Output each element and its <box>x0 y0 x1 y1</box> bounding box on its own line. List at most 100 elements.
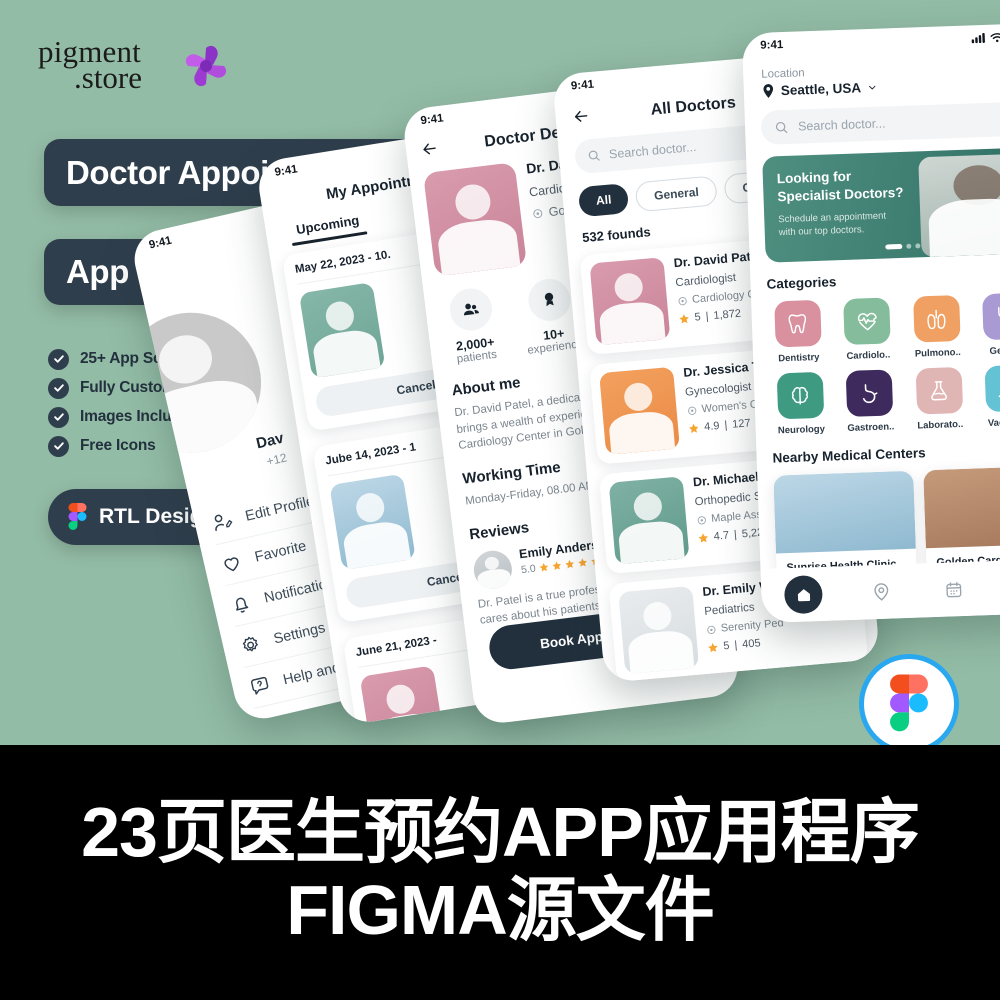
tab-upcoming[interactable]: Upcoming <box>295 212 360 237</box>
map-pin-icon <box>763 84 774 98</box>
doctor-name <box>381 280 386 294</box>
location-value: Seattle, USA <box>780 80 862 99</box>
star-icon <box>688 423 699 433</box>
location-icon <box>874 583 889 601</box>
patients-icon <box>447 286 495 333</box>
banner-title-line2: Specialist Doctors? <box>777 184 904 205</box>
category-laboratory[interactable]: Laborato.. <box>907 366 973 432</box>
carousel-dot[interactable] <box>915 243 921 249</box>
bottom-tabbar <box>760 558 1000 624</box>
location-icon <box>697 515 706 524</box>
banner-doctor-photo <box>918 153 1000 258</box>
center-image <box>923 465 1000 549</box>
cellular-icon <box>971 32 985 44</box>
heartbeat-icon <box>843 297 891 346</box>
menu-label: Edit Profile <box>243 492 316 525</box>
doctor-photo <box>599 366 680 455</box>
star-icon <box>679 313 689 324</box>
divider: | <box>705 310 710 323</box>
doctor-name <box>411 472 416 486</box>
rating-value: 5 <box>722 639 731 653</box>
menu-label: Settings <box>272 619 327 647</box>
check-icon <box>48 348 69 370</box>
rating-value: 4.9 <box>703 419 720 434</box>
doctor-photo <box>608 476 690 565</box>
check-icon <box>48 406 69 428</box>
category-label: General <box>989 344 1000 357</box>
centers-heading: Nearby Medical Centers <box>772 445 926 466</box>
arrow-left-icon[interactable] <box>571 106 592 127</box>
divider: | <box>733 639 738 652</box>
status-icons <box>971 32 1000 44</box>
stomach-icon <box>845 369 894 417</box>
divider: | <box>723 419 728 432</box>
star-icon <box>552 561 561 570</box>
help-icon <box>250 676 269 695</box>
promo-banner[interactable]: Looking for Specialist Doctors? Schedule … <box>762 147 1000 263</box>
category-label: Neurology <box>777 423 826 437</box>
center-image <box>773 470 916 554</box>
category-pulmonology[interactable]: Pulmono.. <box>904 295 970 360</box>
category-label: Gastroen.. <box>847 421 895 434</box>
location-icon <box>678 296 687 305</box>
category-label: Vaccinat.. <box>987 416 1000 430</box>
doctor-photo <box>618 585 700 675</box>
banner-line2: FIGMA源文件 <box>286 871 715 949</box>
status-time: 9:41 <box>419 112 445 128</box>
location-icon <box>688 406 697 415</box>
filter-all[interactable]: All <box>577 183 630 218</box>
centers-header: Nearby Medical Centers See All <box>772 441 1000 465</box>
review-count: 127 <box>731 417 752 431</box>
star-icon <box>698 532 708 543</box>
doctor-photo <box>589 257 671 346</box>
brain-icon <box>776 371 825 420</box>
syringe-icon <box>984 364 1000 413</box>
carousel-dot[interactable] <box>906 243 912 249</box>
stat-patients: 2,000+ patients <box>447 286 499 366</box>
heart-icon <box>224 556 239 571</box>
tab-location[interactable] <box>868 578 895 605</box>
feature-label: Free Icons <box>80 437 156 454</box>
carousel-dot-active[interactable] <box>885 243 903 250</box>
brand-logo: pigment .store <box>38 36 238 96</box>
gear-icon <box>242 636 258 651</box>
check-icon <box>48 377 69 399</box>
figma-badge <box>859 654 959 745</box>
category-label: Cardiolo.. <box>846 349 891 362</box>
wifi-icon <box>990 33 1000 43</box>
user-edit-icon <box>214 514 233 531</box>
category-neurology[interactable]: Neurology <box>768 371 834 437</box>
rating-value: 5 <box>694 311 702 324</box>
rating-value: 4.7 <box>713 529 730 543</box>
tab-home[interactable] <box>783 574 824 615</box>
status-time: 9:41 <box>760 38 784 52</box>
star-icon <box>708 642 718 652</box>
banner-title-line1: Looking for <box>776 168 852 187</box>
lungs-icon <box>912 295 961 343</box>
search-placeholder: Search doctor... <box>797 116 886 134</box>
category-label: Laborato.. <box>917 418 964 432</box>
menu-label: Favorite <box>253 537 308 566</box>
profile-phone: +12 <box>265 450 289 469</box>
location-icon <box>533 209 543 219</box>
category-general[interactable]: General <box>974 292 1000 357</box>
review-count: 1,872 <box>713 307 742 322</box>
status-time: 9:41 <box>273 163 299 179</box>
home-icon <box>797 588 810 601</box>
status-time: 9:41 <box>570 78 595 93</box>
bottom-banner: 23页医生预约APP应用程序 FIGMA源文件 <box>0 745 1000 1000</box>
category-gastroenterology[interactable]: Gastroen.. <box>837 369 903 434</box>
figma-icon <box>68 503 87 530</box>
check-icon <box>48 435 69 457</box>
filter-general[interactable]: General <box>634 175 718 213</box>
review-count: 405 <box>741 637 762 651</box>
tab-calendar[interactable] <box>940 576 967 603</box>
doctor-photo <box>298 282 386 379</box>
category-dentistry[interactable]: Dentistry <box>765 299 831 365</box>
category-cardiology[interactable]: Cardiolo.. <box>835 297 901 362</box>
arrow-left-icon[interactable] <box>419 138 440 159</box>
search-input[interactable]: Search doctor... <box>760 101 1000 145</box>
chevron-down-icon <box>869 85 876 90</box>
category-vaccination[interactable]: Vaccinat.. <box>976 364 1000 429</box>
doctor-photo <box>423 162 528 277</box>
